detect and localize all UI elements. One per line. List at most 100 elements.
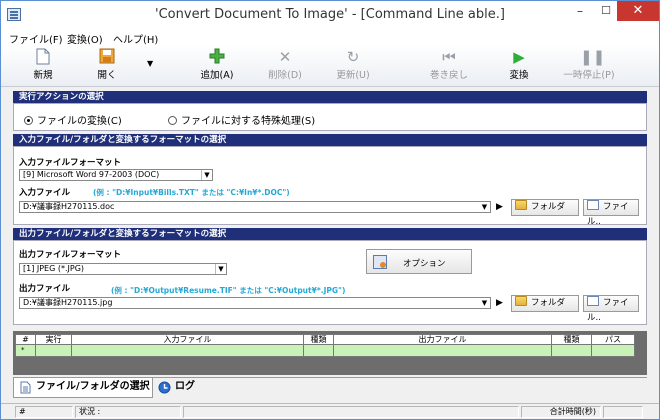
row-cell-input-file[interactable] <box>72 345 304 356</box>
input-file-button[interactable]: ファイル.. <box>583 199 639 227</box>
rewind-button[interactable]: ⏮ 巻き戻し <box>421 47 477 85</box>
status-bar: # 状況 : 合計時間(秒) <box>1 403 659 419</box>
pause-icon: ❚❚ <box>580 48 606 66</box>
options-button[interactable]: オプション <box>366 249 472 274</box>
radio-special-process[interactable]: ファイルに対する特殊処理(S) <box>168 112 315 127</box>
open-button[interactable]: 開く <box>79 47 135 85</box>
output-format-label: 出力ファイルフォーマット <box>19 250 122 260</box>
add-icon <box>208 48 226 66</box>
row-cell-output-type[interactable] <box>552 345 592 356</box>
new-button[interactable]: 新規 <box>15 47 71 85</box>
add-button-label: 追加(A) <box>200 70 234 81</box>
radio-unselected-icon <box>168 116 177 125</box>
options-icon <box>373 255 387 269</box>
pause-button[interactable]: ❚❚ 一時停止(P) <box>561 47 617 85</box>
action-section-header: 実行アクションの選択 <box>13 91 647 103</box>
menu-file[interactable]: ファイル(F) <box>9 31 63 46</box>
rewind-icon: ⏮ <box>442 48 456 66</box>
input-section-header: 入力ファイル/フォルダと変換するフォーマットの選択 <box>13 134 647 146</box>
input-file-label: 入力ファイル <box>19 188 71 198</box>
new-button-label: 新規 <box>33 70 53 81</box>
radio-convert-file[interactable]: ファイルの変換(C) <box>24 112 122 127</box>
menu-bar: ファイル(F) 変換(O) ヘルプ(H) <box>1 30 659 46</box>
convert-button[interactable]: ▶ 変換 <box>491 47 547 85</box>
output-format-select[interactable]: [1] JPEG (*.JPG) ▼ <box>19 263 227 275</box>
chevron-down-icon: ▼ <box>215 264 226 274</box>
output-file-label: 出力ファイル <box>19 284 71 294</box>
bottom-tabs: ファイル/フォルダの選択 ログ <box>13 377 647 399</box>
column-header-input-type[interactable]: 種類 <box>304 335 334 345</box>
output-section-header: 出力ファイル/フォルダと変換するフォーマットの選択 <box>13 228 647 240</box>
add-button[interactable]: 追加(A) <box>189 47 245 85</box>
options-button-label: オプション <box>403 259 446 269</box>
input-file-value: D:¥議事録H270115.doc <box>23 202 115 211</box>
row-cell-execute[interactable] <box>36 345 72 356</box>
status-extra <box>603 406 643 418</box>
save-disk-icon <box>98 48 116 66</box>
row-cell-path[interactable] <box>592 345 634 356</box>
output-format-value: [1] JPEG (*.JPG) <box>23 264 85 273</box>
input-format-value: [9] Microsoft Word 97-2003 (DOC) <box>23 170 160 179</box>
tab-file-folder-label: ファイル/フォルダの選択 <box>36 381 150 392</box>
open-button-label: 開く <box>97 70 117 81</box>
rewind-button-label: 巻き戻し <box>429 70 468 81</box>
output-folder-button-label: フォルダ <box>531 298 566 308</box>
delete-x-icon: ✕ <box>278 48 292 66</box>
chevron-down-icon: ▼ <box>481 299 488 307</box>
output-play-button[interactable]: ▶ <box>496 298 503 308</box>
status-message <box>183 406 519 418</box>
row-cell-input-type[interactable] <box>304 345 334 356</box>
row-marker: * <box>16 345 36 356</box>
input-format-select[interactable]: [9] Microsoft Word 97-2003 (DOC) ▼ <box>19 169 213 181</box>
output-file-hint: (例 : "D:¥Output¥Resume.TIF" または "C:¥Outp… <box>111 286 346 295</box>
update-button[interactable]: ↻ 更新(U) <box>325 47 381 85</box>
column-header-execute[interactable]: 実行 <box>36 335 72 345</box>
grid-header: # 実行 入力ファイル 種類 出力ファイル 種類 パス <box>15 334 635 345</box>
status-total-time: 合計時間(秒) <box>521 406 601 418</box>
new-document-icon <box>34 48 52 66</box>
input-format-label: 入力ファイルフォーマット <box>19 158 122 168</box>
delete-button-label: 削除(D) <box>268 70 302 81</box>
output-file-button[interactable]: ファイル.. <box>583 295 639 323</box>
convert-button-label: 変換 <box>509 70 529 81</box>
radio-special-process-label: ファイルに対する特殊処理(S) <box>181 116 316 127</box>
refresh-icon: ↻ <box>346 48 360 66</box>
column-header-input-file[interactable]: 入力ファイル <box>72 335 304 345</box>
status-count: # <box>15 406 73 418</box>
pause-button-label: 一時停止(P) <box>563 70 615 81</box>
menu-convert[interactable]: 変換(O) <box>67 31 103 46</box>
column-header-output-file[interactable]: 出力ファイル <box>334 335 552 345</box>
column-header-number[interactable]: # <box>16 335 36 345</box>
input-folder-button[interactable]: フォルダ <box>511 199 579 216</box>
folder-icon <box>515 296 527 306</box>
tab-file-folder[interactable]: ファイル/フォルダの選択 <box>13 378 153 398</box>
table-row[interactable]: * <box>15 345 635 357</box>
row-cell-output-file[interactable] <box>334 345 552 356</box>
input-file-field[interactable]: D:¥議事録H270115.doc ▼ <box>19 201 491 213</box>
output-file-field[interactable]: D:¥議事録H270115.jpg ▼ <box>19 297 491 309</box>
input-play-button[interactable]: ▶ <box>496 202 503 212</box>
radio-selected-icon <box>24 116 33 125</box>
action-panel: ファイルの変換(C) ファイルに対する特殊処理(S) <box>13 103 647 131</box>
log-icon <box>158 381 171 394</box>
update-button-label: 更新(U) <box>336 70 370 81</box>
column-header-output-type[interactable]: 種類 <box>552 335 592 345</box>
minimize-button[interactable]: – <box>567 1 593 21</box>
output-folder-button[interactable]: フォルダ <box>511 295 579 312</box>
maximize-button[interactable]: ☐ <box>593 1 619 21</box>
file-icon <box>587 296 599 306</box>
close-button[interactable]: ✕ <box>617 1 659 21</box>
open-dropdown-arrow[interactable]: ▼ <box>147 59 153 68</box>
column-header-path[interactable]: パス <box>592 335 634 345</box>
output-file-value: D:¥議事録H270115.jpg <box>23 298 113 307</box>
tab-log[interactable]: ログ <box>153 378 209 398</box>
menu-help[interactable]: ヘルプ(H) <box>113 31 158 46</box>
tab-log-label: ログ <box>175 381 195 392</box>
file-icon <box>587 200 599 210</box>
chevron-down-icon: ▼ <box>481 203 488 211</box>
input-folder-button-label: フォルダ <box>531 202 566 212</box>
delete-button[interactable]: ✕ 削除(D) <box>257 47 313 85</box>
title-bar: 'Convert Document To Image' - [Command L… <box>1 1 659 30</box>
folder-icon <box>515 200 527 210</box>
status-state: 状況 : <box>75 406 181 418</box>
